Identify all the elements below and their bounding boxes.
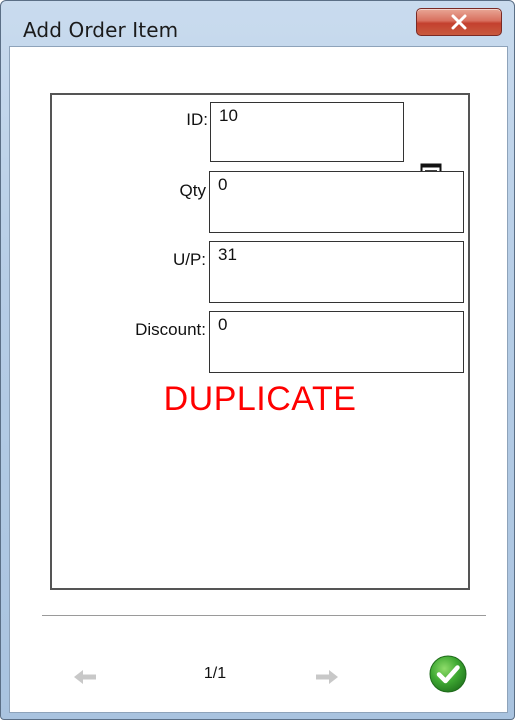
close-button[interactable]	[416, 8, 502, 36]
close-icon	[450, 14, 468, 30]
arrow-left-icon[interactable]	[72, 667, 98, 687]
arrow-right-icon[interactable]	[314, 667, 340, 687]
window-title: Add Order Item	[23, 18, 179, 42]
duplicate-status-text: DUPLICATE	[163, 380, 357, 418]
page-counter: 1/1	[203, 665, 227, 682]
discount-label: Discount:	[135, 320, 206, 339]
check-circle-icon[interactable]	[428, 654, 468, 694]
form-panel: ID: 10 Qty 0 U/P: 31 Discount: 0 DUPLICA…	[50, 93, 470, 590]
dialog-window: Add Order Item ID: 10 Qty 0 U/P: 31 Disc…	[0, 0, 515, 720]
id-field[interactable]: 10	[210, 102, 404, 162]
unit-price-field[interactable]: 31	[209, 241, 464, 303]
discount-field[interactable]: 0	[209, 311, 464, 373]
title-bar: Add Order Item	[1, 1, 514, 43]
qty-label: Qty	[179, 181, 206, 200]
unit-price-label: U/P:	[172, 250, 206, 269]
id-label: ID:	[186, 110, 208, 129]
dialog-client-area: ID: 10 Qty 0 U/P: 31 Discount: 0 DUPLICA…	[9, 46, 508, 713]
footer-divider	[42, 615, 486, 616]
qty-field[interactable]: 0	[209, 171, 464, 233]
